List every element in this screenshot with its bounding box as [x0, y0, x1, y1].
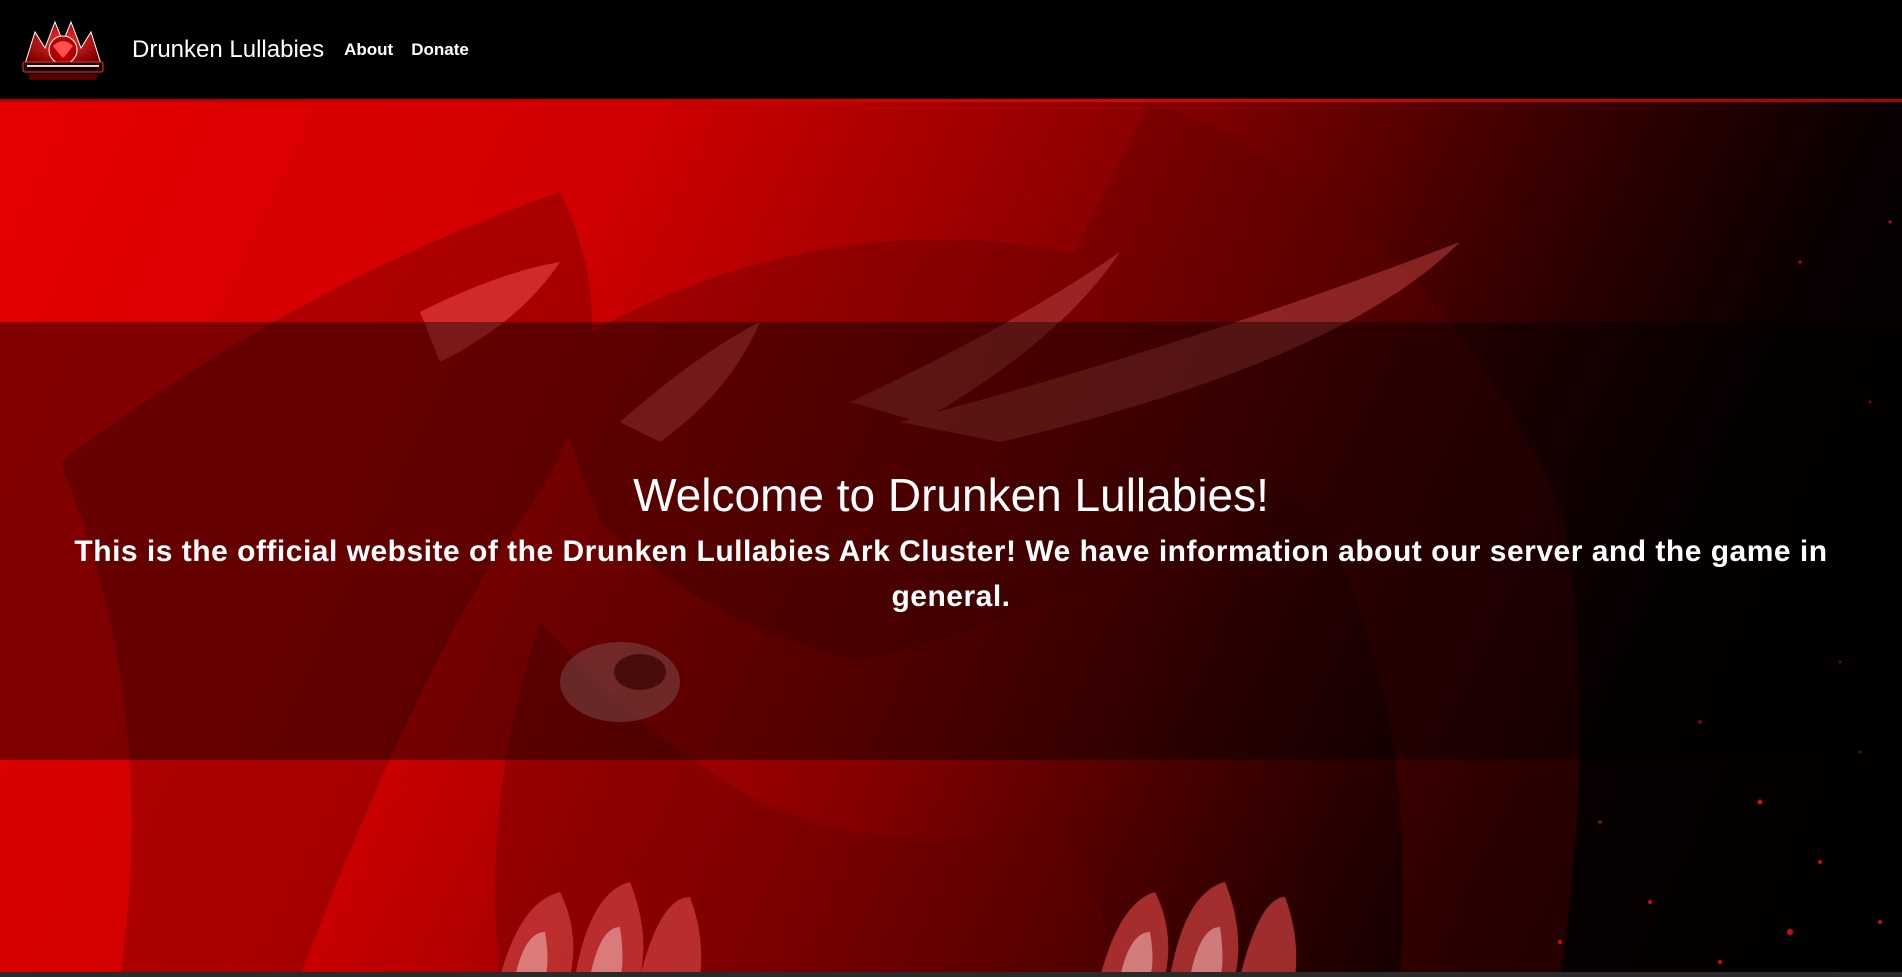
hero-section: Welcome to Drunken Lullabies! This is th…: [0, 102, 1902, 977]
hero-text-block: Welcome to Drunken Lullabies! This is th…: [0, 467, 1902, 619]
nav-link-donate[interactable]: Donate: [411, 40, 469, 60]
hero-title: Welcome to Drunken Lullabies!: [633, 469, 1269, 521]
scrollbar-track[interactable]: [0, 972, 1902, 977]
hero-subtitle: This is the official website of the Drun…: [74, 535, 1828, 613]
top-navbar: Drunken Lullabies About Donate: [0, 0, 1902, 99]
logo-link[interactable]: [15, 14, 111, 86]
brand-link[interactable]: Drunken Lullabies: [132, 36, 324, 64]
nav-link-about[interactable]: About: [344, 40, 393, 60]
dragon-logo-icon: [22, 20, 104, 80]
